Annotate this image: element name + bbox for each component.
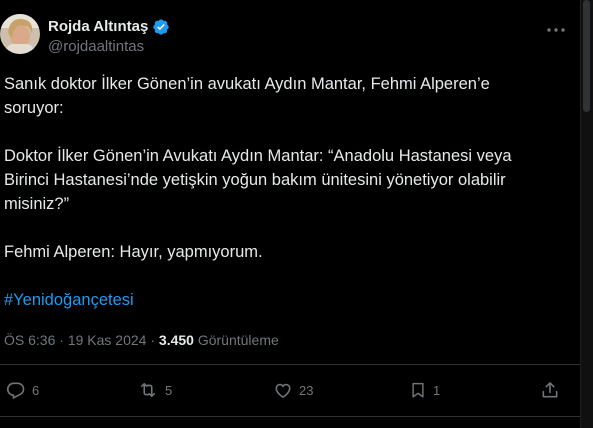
avatar[interactable]: [0, 14, 40, 54]
action-bar: 6 5 23 1: [0, 376, 580, 404]
tweet: Rojda Altıntaş @rojdaaltintas Sanık dokt…: [0, 0, 580, 428]
more-options-icon[interactable]: [544, 20, 568, 40]
reply-count: 6: [32, 382, 40, 398]
views-count: 3.450: [158, 332, 194, 348]
tweet-meta: ÖS 6:36 · 19 Kas 2024 · 3.450 Görüntülem…: [4, 330, 279, 350]
user-info: Rojda Altıntaş @rojdaaltintas: [48, 17, 170, 57]
divider: [0, 364, 580, 365]
like-button[interactable]: 23: [273, 376, 313, 404]
tweet-paragraph: Doktor İlker Gönen’in Avukatı Aydın Mant…: [4, 147, 512, 213]
reply-icon[interactable]: [6, 380, 26, 400]
tweet-text: Sanık doktor İlker Gönen’in avukatı Aydı…: [4, 72, 549, 312]
tweet-paragraph: Sanık doktor İlker Gönen’in avukatı Aydı…: [4, 75, 490, 117]
verified-badge-icon[interactable]: [152, 18, 170, 36]
scrollbar[interactable]: [580, 0, 593, 428]
share-icon[interactable]: [540, 380, 560, 400]
reply-button[interactable]: 6: [6, 376, 39, 404]
tweet-time[interactable]: ÖS 6:36: [4, 332, 55, 348]
bookmark-button[interactable]: 1: [409, 376, 440, 404]
meta-separator: ·: [55, 332, 68, 348]
repost-count: 5: [165, 382, 173, 398]
user-handle[interactable]: @rojdaaltintas: [48, 37, 170, 57]
bookmark-icon[interactable]: [409, 380, 427, 400]
repost-icon[interactable]: [137, 380, 159, 400]
scrollbar-thumb[interactable]: [583, 0, 590, 112]
tweet-date[interactable]: 19 Kas 2024: [68, 332, 147, 348]
views-label: Görüntüleme: [197, 332, 279, 348]
share-button[interactable]: [540, 376, 560, 404]
divider: [0, 416, 580, 417]
meta-separator: ·: [146, 332, 159, 348]
hashtag-link[interactable]: #Yenidoğançetesi: [4, 291, 134, 309]
repost-button[interactable]: 5: [137, 376, 172, 404]
display-name-text[interactable]: Rojda Altıntaş: [48, 17, 148, 37]
like-count: 23: [299, 382, 314, 398]
like-icon[interactable]: [273, 380, 293, 400]
display-name[interactable]: Rojda Altıntaş: [48, 17, 170, 37]
bookmark-count: 1: [433, 382, 441, 398]
tweet-paragraph: Fehmi Alperen: Hayır, yapmıyorum.: [4, 243, 263, 261]
